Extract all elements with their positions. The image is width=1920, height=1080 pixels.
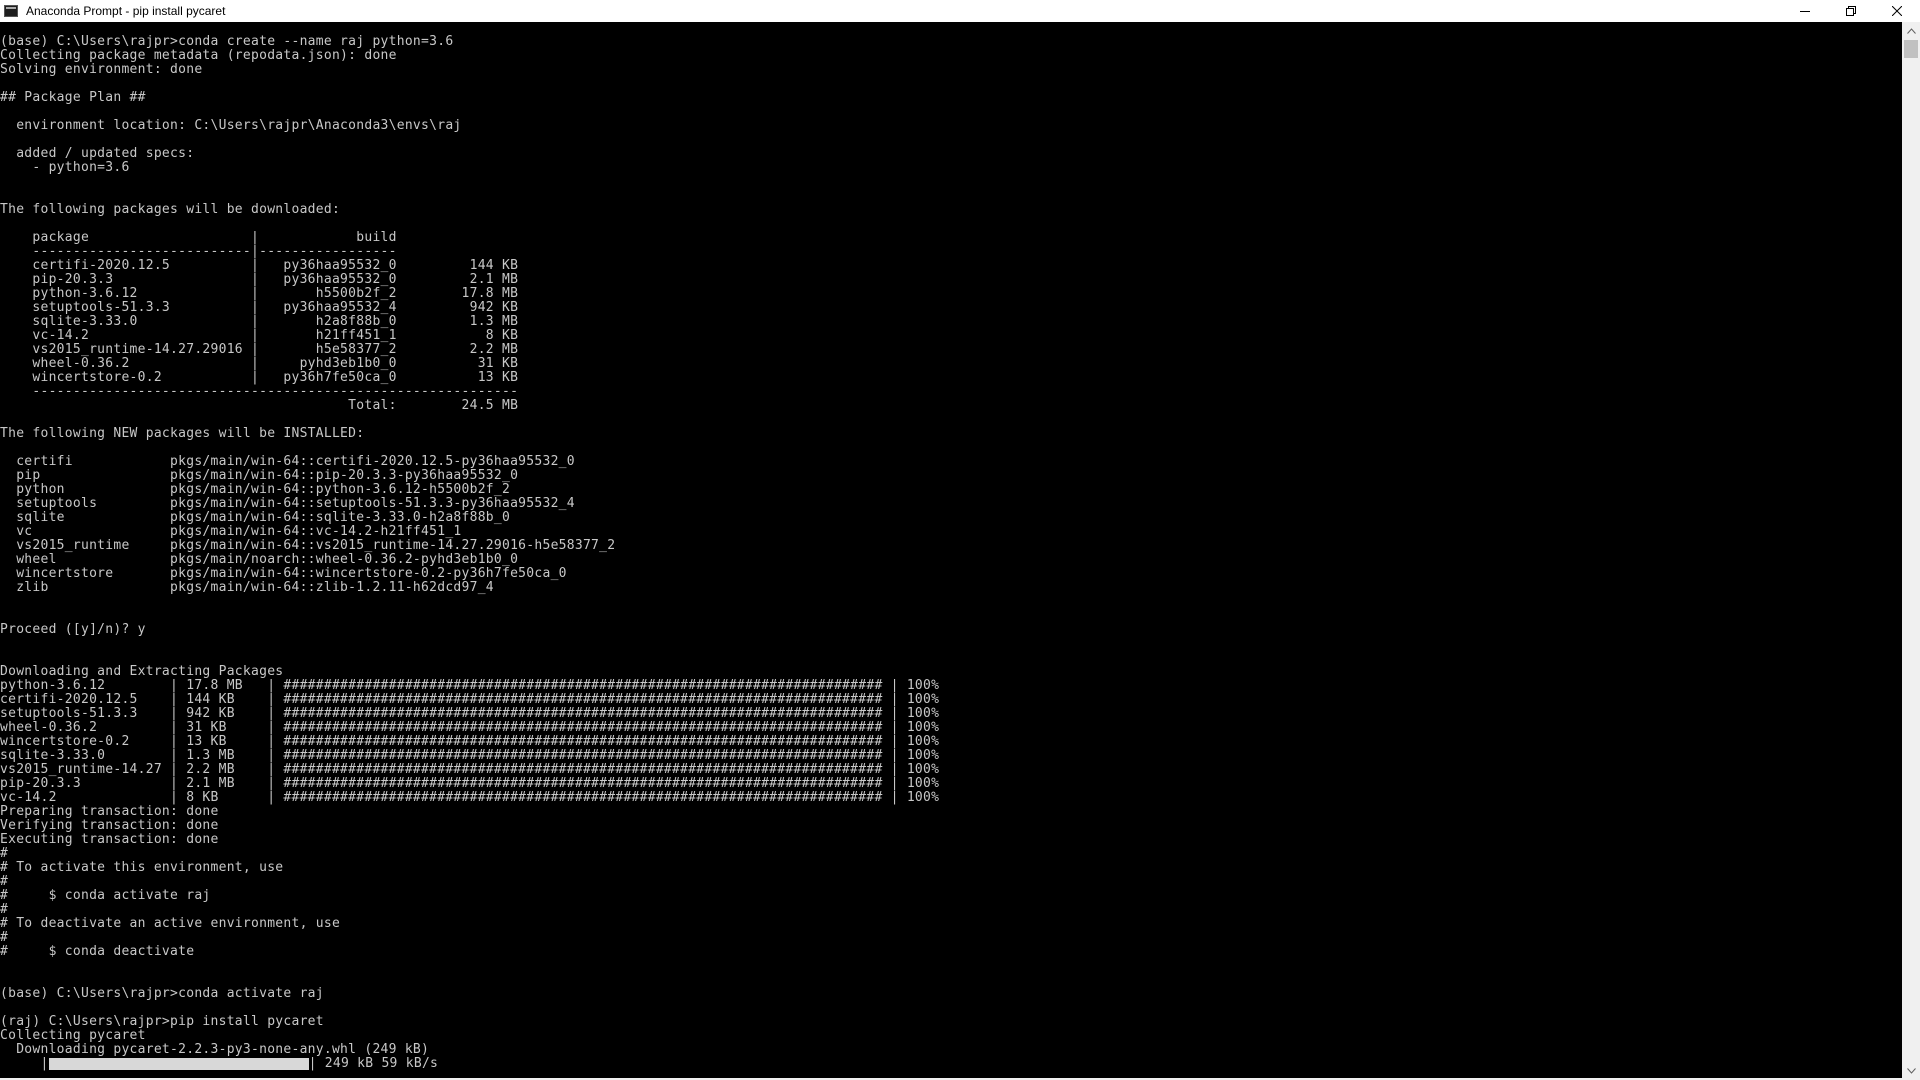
terminal-line: The following NEW packages will be INSTA…	[0, 426, 365, 441]
progress-suffix: | 249 kB 59 kB/s	[308, 1056, 439, 1071]
terminal-line: #	[0, 930, 9, 945]
scroll-down-button[interactable]	[1902, 1062, 1920, 1080]
terminal-line: Collecting pycaret	[0, 1028, 146, 1043]
terminal-line: wincertstore pkgs/main/win-64::wincertst…	[0, 566, 567, 581]
close-icon	[1892, 6, 1902, 16]
terminal-line: sqlite-3.33.0 | 1.3 MB | ###############…	[0, 748, 940, 763]
terminal-line: python-3.6.12 | h5500b2f_2 17.8 MB	[0, 286, 519, 301]
terminal-line: Proceed ([y]/n)? y	[0, 622, 146, 637]
terminal-line: # To activate this environment, use	[0, 860, 284, 875]
scrollbar-thumb[interactable]	[1904, 40, 1918, 58]
terminal-line: sqlite-3.33.0 | h2a8f88b_0 1.3 MB	[0, 314, 519, 329]
terminal-line: Executing transaction: done	[0, 832, 219, 847]
restore-button[interactable]	[1828, 0, 1874, 22]
terminal-line: wincertstore-0.2 | py36h7fe50ca_0 13 KB	[0, 370, 519, 385]
terminal-line: environment location: C:\Users\rajpr\Ana…	[0, 118, 462, 133]
terminal-line: setuptools-51.3.3 | py36haa95532_4 942 K…	[0, 300, 519, 315]
terminal-line: package | build	[0, 230, 397, 245]
download-progress-bar	[48, 1058, 309, 1070]
terminal-line: added / updated specs:	[0, 146, 195, 161]
terminal-line: Downloading and Extracting Packages	[0, 664, 284, 679]
terminal-line: # $ conda activate raj	[0, 888, 211, 903]
restore-icon	[1846, 6, 1856, 16]
terminal-line: certifi pkgs/main/win-64::certifi-2020.1…	[0, 454, 575, 469]
terminal-line: Downloading pycaret-2.2.3-py3-none-any.w…	[0, 1042, 430, 1057]
terminal-line: pip-20.3.3 | 2.1 MB | ##################…	[0, 776, 940, 791]
terminal-line: pip pkgs/main/win-64::pip-20.3.3-py36haa…	[0, 468, 519, 483]
terminal-line: Solving environment: done	[0, 62, 203, 77]
terminal-line: #	[0, 874, 9, 889]
scroll-up-icon	[1906, 28, 1916, 34]
terminal-line: wheel-0.36.2 | 31 KB | #################…	[0, 720, 940, 735]
terminal-line: # $ conda deactivate	[0, 944, 195, 959]
terminal-line: Total: 24.5 MB	[0, 398, 519, 413]
terminal-output-area[interactable]: (base) C:\Users\rajpr>conda create --nam…	[0, 22, 1902, 1080]
terminal-line: vs2015_runtime-14.27 | 2.2 MB | ########…	[0, 762, 940, 777]
close-button[interactable]	[1874, 0, 1920, 22]
terminal-line: ----------------------------------------…	[0, 384, 519, 399]
terminal-line: vs2015_runtime pkgs/main/win-64::vs2015_…	[0, 538, 616, 553]
terminal-line: wincertstore-0.2 | 13 KB | #############…	[0, 734, 940, 749]
terminal-line: Collecting package metadata (repodata.js…	[0, 48, 397, 63]
download-progress-fill	[48, 1058, 309, 1070]
terminal-line: # To deactivate an active environment, u…	[0, 916, 341, 931]
anaconda-prompt-window: Anaconda Prompt - pip install pycaret (b…	[0, 0, 1920, 1080]
terminal-line: vc pkgs/main/win-64::vc-14.2-h21ff451_1	[0, 524, 462, 539]
window-title: Anaconda Prompt - pip install pycaret	[26, 4, 226, 18]
terminal-line: (base) C:\Users\rajpr>conda activate raj	[0, 986, 324, 1001]
terminal-line: The following packages will be downloade…	[0, 202, 341, 217]
terminal-line: Verifying transaction: done	[0, 818, 219, 833]
terminal-line: zlib pkgs/main/win-64::zlib-1.2.11-h62dc…	[0, 580, 494, 595]
terminal-line: ---------------------------|------------…	[0, 244, 397, 259]
terminal-line: pip-20.3.3 | py36haa95532_0 2.1 MB	[0, 272, 519, 287]
terminal-line: certifi-2020.12.5 | py36haa95532_0 144 K…	[0, 258, 519, 273]
title-bar[interactable]: Anaconda Prompt - pip install pycaret	[0, 0, 1920, 22]
terminal-line: #	[0, 902, 9, 917]
terminal-line: wheel-0.36.2 | pyhd3eb1b0_0 31 KB	[0, 356, 519, 371]
terminal-line: setuptools-51.3.3 | 942 KB | ###########…	[0, 706, 940, 721]
console-app-icon	[4, 5, 18, 17]
terminal-line: python pkgs/main/win-64::python-3.6.12-h…	[0, 482, 511, 497]
terminal-line: Preparing transaction: done	[0, 804, 219, 819]
vertical-scrollbar[interactable]	[1902, 22, 1920, 1080]
minimize-button[interactable]	[1782, 0, 1828, 22]
progress-prefix: |	[0, 1056, 49, 1071]
terminal-line: vc-14.2 | h21ff451_1 8 KB	[0, 328, 519, 343]
terminal-line: #	[0, 846, 9, 861]
terminal-line: vs2015_runtime-14.27.29016 | h5e58377_2 …	[0, 342, 519, 357]
terminal-line: (base) C:\Users\rajpr>conda create --nam…	[0, 34, 454, 49]
terminal-line: ## Package Plan ##	[0, 90, 146, 105]
scroll-down-icon	[1906, 1068, 1916, 1074]
terminal-line: vc-14.2 | 8 KB | #######################…	[0, 790, 940, 805]
download-progress-line: | | 249 kB 59 kB/s	[0, 1057, 939, 1071]
minimize-icon	[1800, 11, 1810, 12]
terminal-line: wheel pkgs/main/noarch::wheel-0.36.2-pyh…	[0, 552, 519, 567]
terminal-line: (raj) C:\Users\rajpr>pip install pycaret	[0, 1014, 324, 1029]
window-controls	[1782, 0, 1920, 22]
scroll-up-button[interactable]	[1902, 22, 1920, 40]
terminal-line: certifi-2020.12.5 | 144 KB | ###########…	[0, 692, 940, 707]
terminal-line: setuptools pkgs/main/win-64::setuptools-…	[0, 496, 575, 511]
terminal-line: python-3.6.12 | 17.8 MB | ##############…	[0, 678, 940, 693]
terminal-text: (base) C:\Users\rajpr>conda create --nam…	[0, 35, 939, 1071]
terminal-line: sqlite pkgs/main/win-64::sqlite-3.33.0-h…	[0, 510, 511, 525]
terminal-line: - python=3.6	[0, 160, 130, 175]
